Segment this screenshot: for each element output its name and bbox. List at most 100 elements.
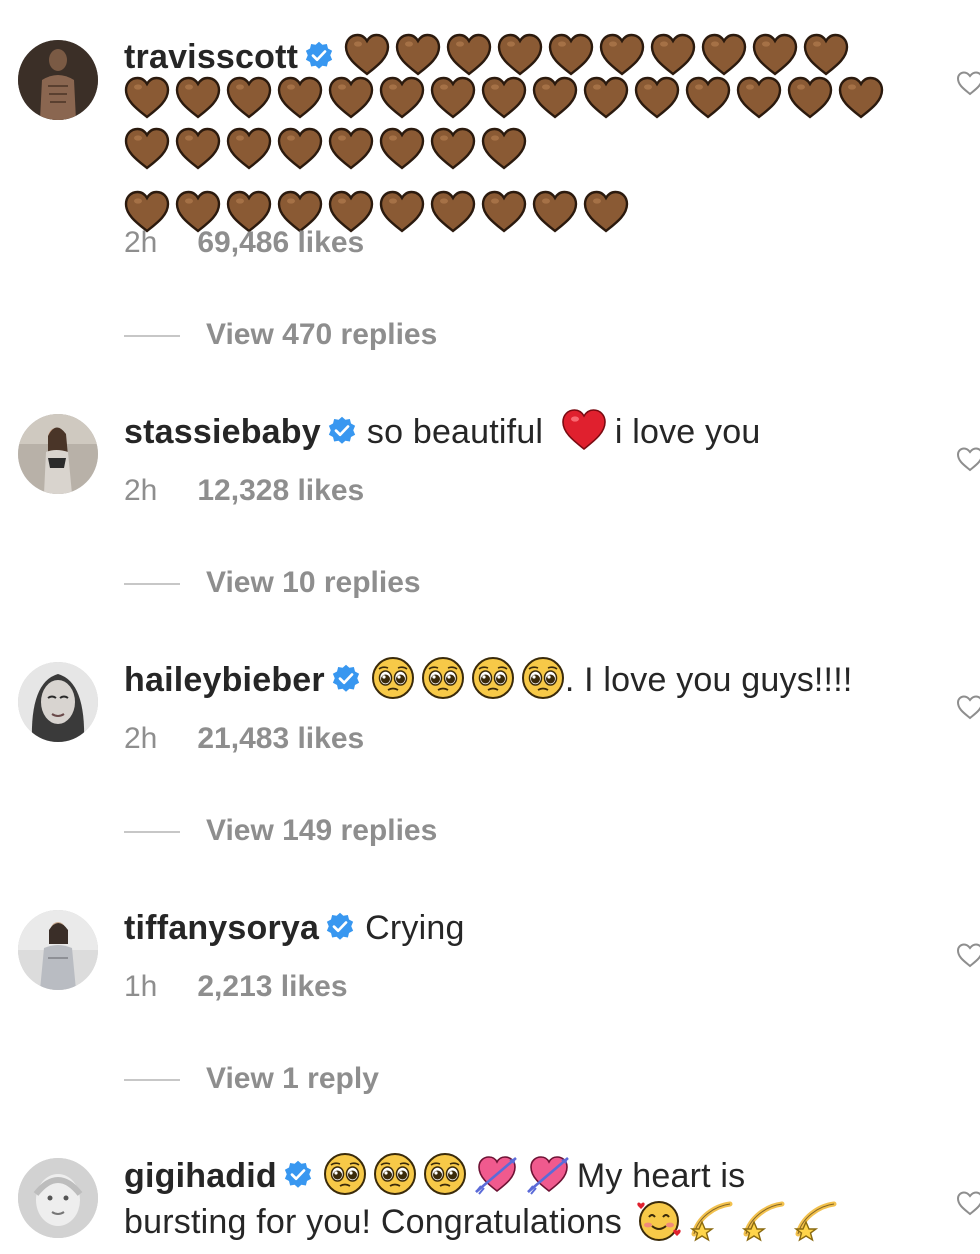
pleading-face-icon	[323, 1152, 367, 1196]
brown-hearts-row	[124, 127, 889, 178]
brown-hearts-row	[124, 76, 889, 127]
brown-heart-icon	[344, 33, 390, 77]
brown-heart-icon	[752, 33, 798, 77]
brown-heart-icon	[430, 127, 476, 171]
view-replies-button[interactable]: View 10 replies	[124, 566, 421, 600]
like-heart-icon[interactable]	[956, 70, 980, 96]
view-replies-button[interactable]: View 1 reply	[124, 1062, 379, 1096]
username[interactable]: travisscott	[124, 38, 298, 76]
brown-heart-icon	[124, 76, 170, 120]
comment-text-end: i love you	[614, 413, 761, 451]
comment-body: tiffanysorya Crying	[124, 904, 924, 952]
brown-heart-icon	[277, 127, 323, 171]
brown-heart-icon	[175, 76, 221, 120]
brown-heart-icon	[379, 76, 425, 120]
brown-heart-icon	[736, 76, 782, 120]
verified-badge-icon	[331, 664, 361, 694]
brown-heart-icon	[277, 76, 323, 120]
verified-badge-icon	[304, 41, 334, 71]
brown-heart-icon	[701, 33, 747, 77]
brown-heart-icon	[328, 76, 374, 120]
brown-heart-icon	[175, 127, 221, 171]
like-heart-icon[interactable]	[956, 942, 980, 968]
dizzy-icon	[792, 1198, 838, 1242]
pleading-face-icon	[423, 1152, 467, 1196]
brown-heart-icon	[481, 190, 527, 234]
replies-divider	[124, 583, 180, 586]
heart-with-arrow-icon	[473, 1152, 519, 1196]
avatar[interactable]	[18, 662, 98, 742]
verified-badge-icon	[325, 912, 355, 942]
like-heart-icon[interactable]	[956, 694, 980, 720]
comment-text: so beautiful	[366, 413, 544, 451]
username[interactable]: gigihadid	[124, 1157, 277, 1195]
avatar-gigihadid-image	[18, 1158, 98, 1238]
comment-meta: 2h 21,483 likes	[124, 722, 364, 756]
avatar-tiffanysorya-image	[18, 910, 98, 990]
smiling-face-with-hearts-icon	[636, 1198, 682, 1242]
brown-heart-icon	[226, 127, 272, 171]
brown-hearts-row	[344, 38, 854, 76]
like-heart-icon[interactable]	[956, 1190, 980, 1216]
brown-heart-icon	[395, 33, 441, 77]
pleading-face-icon	[421, 656, 465, 700]
comment-time: 2h	[124, 722, 158, 755]
username[interactable]: stassiebaby	[124, 413, 321, 451]
view-replies-label: View 10 replies	[206, 566, 421, 599]
brown-heart-icon	[532, 190, 578, 234]
username[interactable]: haileybieber	[124, 661, 325, 699]
brown-heart-icon	[481, 127, 527, 171]
verified-badge-icon	[283, 1160, 313, 1190]
avatar[interactable]	[18, 414, 98, 494]
pleading-face-icon	[471, 656, 515, 700]
brown-heart-icon	[328, 127, 374, 171]
replies-divider	[124, 1079, 180, 1082]
brown-heart-icon	[226, 76, 272, 120]
dizzy-icon	[688, 1198, 734, 1242]
comment-body: gigihadid My heart is bursting for you! C…	[124, 1152, 924, 1244]
comment-meta: 1h 2,213 likes	[124, 970, 348, 1004]
comment-time: 2h	[124, 474, 158, 507]
likes-count[interactable]: 69,486 likes	[197, 226, 364, 259]
avatar-haileybieber-image	[18, 662, 98, 742]
brown-heart-icon	[430, 190, 476, 234]
brown-hearts-block	[124, 76, 889, 241]
brown-heart-icon	[446, 33, 492, 77]
avatar[interactable]	[18, 40, 98, 120]
like-heart-icon[interactable]	[956, 446, 980, 472]
comment-time: 1h	[124, 970, 158, 1003]
pleading-face-icon	[521, 656, 565, 700]
avatar[interactable]	[18, 910, 98, 990]
brown-heart-icon	[379, 190, 425, 234]
brown-heart-icon	[650, 33, 696, 77]
comment-text-line2: bursting for you! Congratulations	[124, 1203, 622, 1241]
likes-count[interactable]: 12,328 likes	[197, 474, 364, 507]
comment-meta: 2h 12,328 likes	[124, 474, 364, 508]
comment-body: haileybieber . I love you guys!!!!	[124, 656, 924, 704]
view-replies-label: View 1 reply	[206, 1062, 379, 1095]
avatar[interactable]	[18, 1158, 98, 1238]
comment-body: stassiebaby so beautiful i love you	[124, 408, 924, 456]
brown-heart-icon	[787, 76, 833, 120]
brown-heart-icon	[379, 127, 425, 171]
view-replies-label: View 149 replies	[206, 814, 438, 847]
likes-count[interactable]: 2,213 likes	[197, 970, 347, 1003]
pleading-face-icon	[373, 1152, 417, 1196]
brown-heart-icon	[583, 76, 629, 120]
avatar-travisscott-image	[18, 40, 98, 120]
comment-text: . I love you guys!!!!	[564, 661, 853, 699]
username[interactable]: tiffanysorya	[124, 909, 319, 947]
view-replies-label: View 470 replies	[206, 318, 438, 351]
view-replies-button[interactable]: View 470 replies	[124, 318, 437, 352]
brown-heart-icon	[481, 76, 527, 120]
comment-text: My heart is	[576, 1157, 746, 1195]
view-replies-button[interactable]: View 149 replies	[124, 814, 437, 848]
brown-heart-icon	[548, 33, 594, 77]
replies-divider	[124, 831, 180, 834]
dizzy-icon	[740, 1198, 786, 1242]
brown-heart-icon	[634, 76, 680, 120]
comment-time: 2h	[124, 226, 158, 259]
verified-badge-icon	[327, 416, 357, 446]
likes-count[interactable]: 21,483 likes	[197, 722, 364, 755]
brown-heart-icon	[803, 33, 849, 77]
